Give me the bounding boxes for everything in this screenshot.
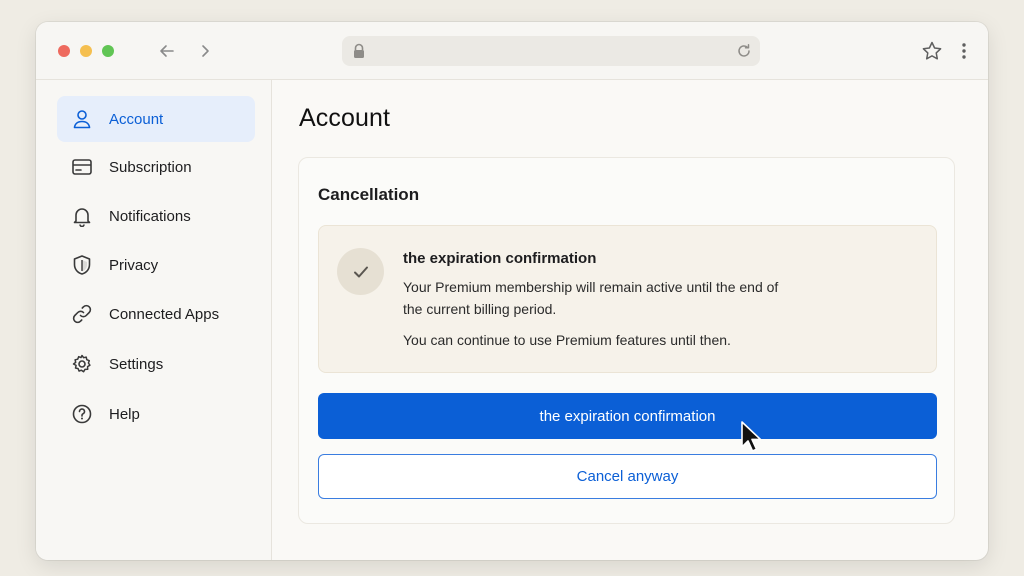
sidebar-item-label: Account	[109, 110, 164, 128]
checkmark-icon	[353, 266, 368, 277]
bell-icon	[73, 208, 91, 227]
reload-icon[interactable]	[736, 43, 752, 59]
card-title: Cancellation	[318, 185, 420, 204]
check-badge	[337, 248, 384, 295]
notice-title: the expiration confirmation	[403, 250, 597, 267]
close-window-button[interactable]	[58, 45, 70, 57]
sidebar-item-help[interactable]: Help	[57, 391, 255, 437]
notice-body: Your Premium membership will remain acti…	[403, 279, 779, 317]
page-title: Account	[299, 104, 391, 132]
sidebar-item-settings[interactable]: Settings	[57, 341, 255, 387]
title-bar	[36, 22, 988, 80]
address-bar[interactable]	[342, 36, 760, 66]
credit-card-icon	[72, 159, 92, 175]
link-icon	[72, 304, 92, 324]
browser-window: Account Subscription Notifications Priva…	[36, 22, 988, 560]
cancellation-card: Cancellation the expiration confirmation…	[298, 157, 955, 524]
arrow-left-icon	[160, 45, 174, 57]
sidebar-item-label: Privacy	[109, 256, 159, 274]
confirm-expiration-button[interactable]: the expiration confirmation	[318, 393, 937, 439]
expiration-notice: the expiration confirmation Your Premium…	[318, 225, 937, 373]
sidebar-item-label: Subscription	[109, 158, 192, 176]
back-button[interactable]	[156, 40, 178, 62]
sidebar-item-notifications[interactable]: Notifications	[57, 193, 255, 239]
forward-button[interactable]	[194, 40, 216, 62]
sidebar-item-label: Connected Apps	[109, 305, 220, 323]
gear-icon	[72, 354, 91, 373]
mouse-cursor-icon	[741, 421, 762, 452]
sidebar: Account Subscription Notifications Priva…	[36, 80, 272, 560]
user-icon	[73, 110, 91, 129]
maximize-window-button[interactable]	[102, 45, 114, 57]
lock-icon	[354, 43, 364, 58]
arrow-right-icon	[202, 45, 209, 57]
cancel-anyway-button[interactable]: Cancel anyway	[318, 454, 937, 499]
sidebar-item-label: Notifications	[109, 207, 191, 225]
notice-extra: You can continue to use Premium features…	[403, 332, 731, 348]
sidebar-item-subscription[interactable]: Subscription	[57, 144, 255, 190]
sidebar-item-account[interactable]: Account	[57, 96, 255, 142]
minimize-window-button[interactable]	[80, 45, 92, 57]
sidebar-item-privacy[interactable]: Privacy	[57, 242, 255, 288]
kebab-menu-icon[interactable]	[956, 41, 972, 61]
sidebar-item-connected-apps[interactable]: Connected Apps	[57, 291, 255, 337]
shield-icon	[73, 255, 91, 275]
sidebar-item-label: Help	[109, 405, 140, 423]
sidebar-item-label: Settings	[109, 355, 164, 373]
question-icon	[72, 404, 92, 424]
star-icon[interactable]	[921, 40, 943, 62]
